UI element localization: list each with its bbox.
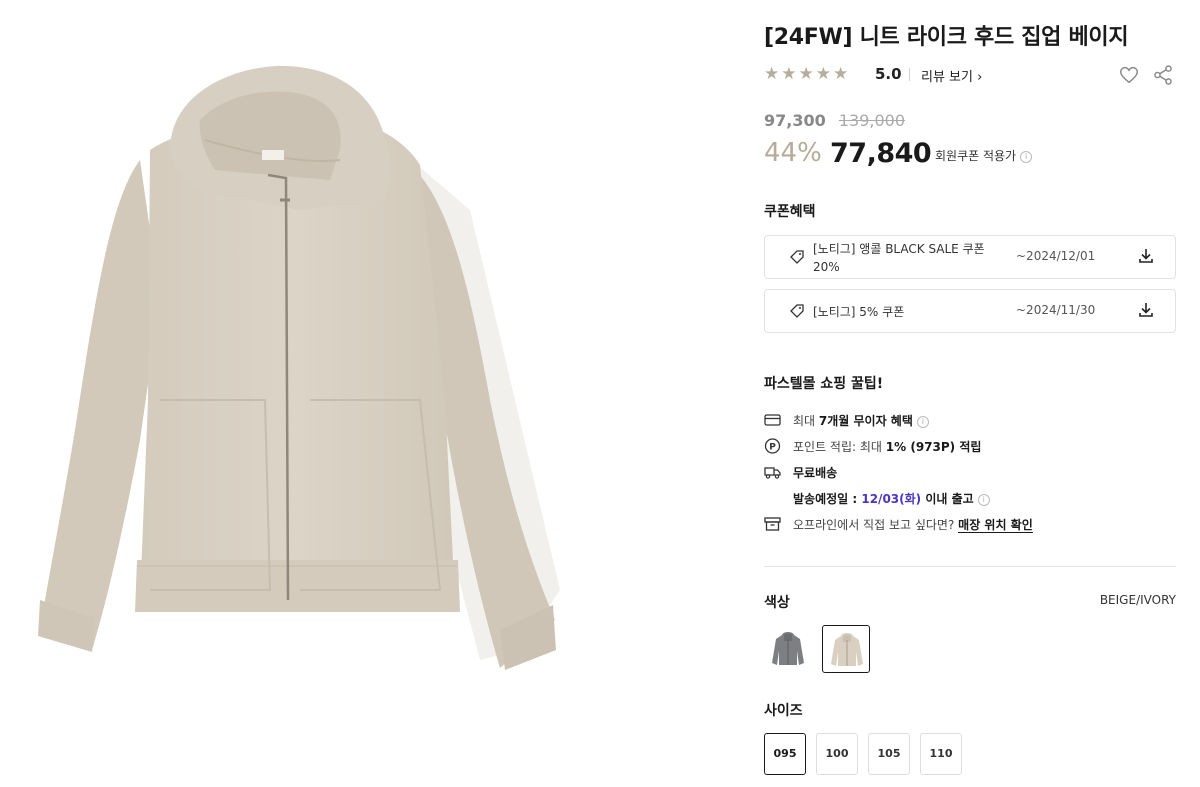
size-option-110[interactable]: 110 <box>920 733 962 775</box>
list-price: 139,000 <box>838 111 906 130</box>
product-image-gallery <box>0 0 600 787</box>
ship-date: 12/03(화) <box>861 492 922 506</box>
original-price-row: 97,300 139,000 <box>764 111 905 130</box>
color-swatch-beige[interactable] <box>822 625 870 673</box>
rating-stars: ★★★★★ <box>764 64 851 84</box>
ship-date-prefix: 발송예정일 : <box>793 492 862 506</box>
download-icon[interactable] <box>1137 301 1155 319</box>
size-label: 사이즈 <box>764 703 803 719</box>
coupon-name: [노티그] 앵콜 BLACK SALE 쿠폰 20% <box>813 242 985 274</box>
coupon-price-text: 회원쿠폰 적용가 <box>935 149 1017 163</box>
rating-divider <box>909 68 910 81</box>
points-amount: 1% (973P) 적립 <box>885 440 982 454</box>
size-option-100[interactable]: 100 <box>816 733 858 775</box>
heart-icon[interactable] <box>1118 64 1140 86</box>
truck-icon <box>764 467 781 479</box>
installment-benefit: 7개월 무이자 혜택 <box>818 414 913 428</box>
info-icon[interactable]: i <box>977 493 990 506</box>
review-link[interactable]: 리뷰 보기 › <box>921 66 982 85</box>
discount-rate: 44% <box>764 138 822 168</box>
coupon-price-label: 회원쿠폰 적용가 i <box>935 147 1033 164</box>
store-prefix: 오프라인에서 직접 보고 싶다면? <box>793 518 959 532</box>
point-icon: P <box>764 438 781 454</box>
chevron-right-icon: › <box>977 70 983 85</box>
points-prefix: 포인트 적립: 최대 <box>793 440 886 454</box>
size-option-105[interactable]: 105 <box>868 733 910 775</box>
section-divider <box>764 566 1176 567</box>
rating-row: ★★★★★ 5.0 리뷰 보기 › <box>764 64 1176 86</box>
product-title: [24FW] 니트 라이크 후드 집업 베이지 <box>764 25 1129 50</box>
tag-icon <box>790 250 804 264</box>
coupon-name: [노티그] 5% 쿠폰 <box>813 305 905 319</box>
color-label: 색상 <box>764 595 790 611</box>
info-icon[interactable]: i <box>916 415 929 428</box>
coupon-date: ~2024/11/30 <box>1016 303 1096 317</box>
rating-score: 5.0 <box>875 65 902 83</box>
svg-text:P: P <box>769 443 776 453</box>
original-price: 97,300 <box>764 111 826 130</box>
beige-hoodie-icon <box>831 633 863 666</box>
hoodie-photo <box>38 65 560 670</box>
gray-hoodie-icon <box>772 632 804 665</box>
size-option-095[interactable]: 095 <box>764 733 806 775</box>
credit-card-icon <box>764 414 781 426</box>
share-icon[interactable] <box>1152 64 1174 86</box>
store-location-link[interactable]: 매장 위치 확인 <box>958 518 1033 533</box>
free-shipping-label: 무료배송 <box>793 466 838 480</box>
coupon-item[interactable]: [노티그] 앵콜 BLACK SALE 쿠폰 20% ~2024/12/01 <box>764 235 1176 279</box>
selected-color-name: BEIGE/IVORY <box>1099 593 1176 607</box>
installment-prefix: 최대 <box>793 414 819 428</box>
tag-icon <box>790 304 804 318</box>
download-icon[interactable] <box>1137 247 1155 265</box>
ship-date-suffix: 이내 출고 <box>921 492 974 506</box>
tips-section-title: 파스텔몰 쇼핑 꿀팁! <box>764 376 884 392</box>
sale-price: 77,840 <box>830 138 932 169</box>
coupon-section-title: 쿠폰혜택 <box>764 204 816 220</box>
coupon-item[interactable]: [노티그] 5% 쿠폰 ~2024/11/30 <box>764 289 1176 333</box>
info-icon[interactable]: i <box>1020 150 1033 163</box>
color-swatch-gray[interactable] <box>764 625 812 673</box>
coupon-date: ~2024/12/01 <box>1016 249 1096 263</box>
review-link-label: 리뷰 보기 <box>921 70 973 85</box>
store-box-icon <box>764 517 781 531</box>
